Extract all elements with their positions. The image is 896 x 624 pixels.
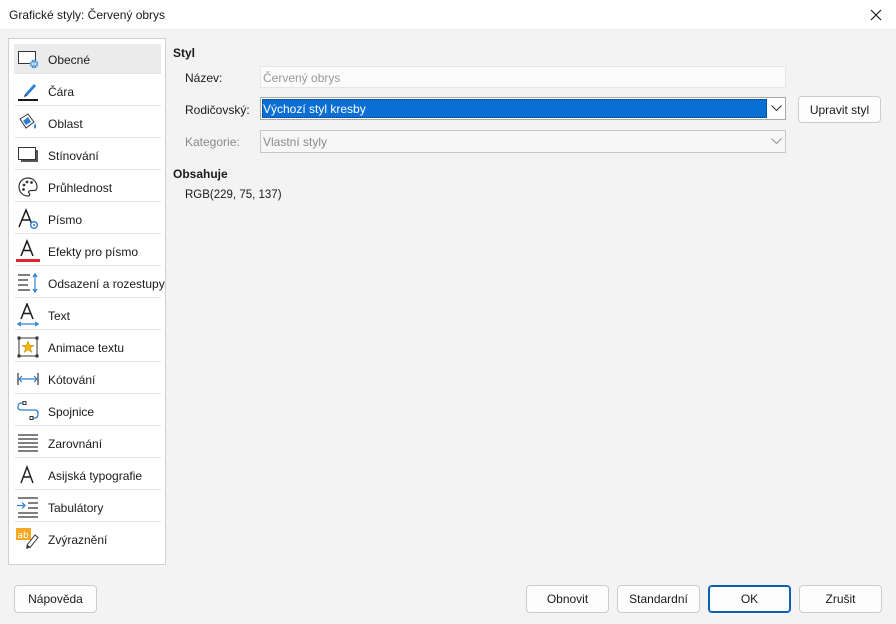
- parent-style-label: Rodičovský:: [185, 103, 250, 117]
- area-fill-icon: [16, 111, 40, 135]
- sidebar-item-label: Čára: [48, 85, 75, 99]
- close-icon: [870, 9, 882, 21]
- sidebar-item-general[interactable]: Obecné: [14, 44, 161, 74]
- text-icon: [16, 303, 40, 327]
- shadow-icon: [16, 143, 40, 167]
- sidebar-item-tabs[interactable]: Tabulátory: [14, 492, 161, 522]
- category-dropdown[interactable]: Vlastní styly: [260, 130, 786, 153]
- sidebar-item-label: Stínování: [48, 149, 99, 163]
- sidebar-item-font-effects[interactable]: Efekty pro písmo: [14, 236, 161, 266]
- category-label: Kategorie:: [185, 135, 240, 149]
- tabs-icon: [16, 495, 40, 519]
- sidebar-item-label: Tabulátory: [48, 501, 104, 515]
- sidebar-item-line[interactable]: Čára: [14, 76, 161, 106]
- highlight-icon: ab: [16, 527, 40, 551]
- sidebar-item-label: Efekty pro písmo: [48, 245, 139, 259]
- chevron-down-icon: [770, 105, 782, 112]
- ok-button[interactable]: OK: [708, 585, 791, 613]
- sidebar-item-label: Kótování: [48, 373, 96, 387]
- sidebar-item-transparency[interactable]: Průhlednost: [14, 172, 161, 202]
- sidebar-item-alignment[interactable]: Zarovnání: [14, 428, 161, 458]
- contains-value: RGB(229, 75, 137): [185, 189, 282, 201]
- indent-spacing-icon: [16, 271, 40, 295]
- category-list: Obecné Čára Oblast Stínování Průhlednost…: [8, 38, 166, 565]
- alignment-icon: [16, 431, 40, 455]
- title-bar: Grafické styly: Červený obrys: [0, 0, 896, 30]
- category-value: Vlastní styly: [263, 135, 328, 149]
- font-effects-icon: [16, 239, 40, 263]
- sidebar-item-asian-typography[interactable]: Asijská typografie: [14, 460, 161, 490]
- sidebar-item-label: Zarovnání: [48, 437, 103, 451]
- font-icon: [16, 207, 40, 231]
- reset-button[interactable]: Obnovit: [526, 585, 609, 613]
- cancel-button[interactable]: Zrušit: [799, 585, 882, 613]
- graphic-styles-dialog: Grafické styly: Červený obrys Obecné Čár…: [0, 0, 896, 624]
- contains-section-title: Obsahuje: [173, 167, 228, 181]
- dimension-icon: [16, 367, 40, 391]
- sidebar-item-text-animation[interactable]: Animace textu: [14, 332, 161, 362]
- sidebar-item-text[interactable]: Text: [14, 300, 161, 330]
- sidebar-item-label: Spojnice: [48, 405, 95, 419]
- sidebar-item-area[interactable]: Oblast: [14, 108, 161, 138]
- sidebar-item-shadow[interactable]: Stínování: [14, 140, 161, 170]
- standard-button[interactable]: Standardní: [617, 585, 700, 613]
- sidebar-item-connector[interactable]: Spojnice: [14, 396, 161, 426]
- window-title: Grafické styly: Červený obrys: [9, 8, 166, 22]
- palette-icon: [16, 175, 40, 199]
- svg-text:ab: ab: [18, 531, 30, 541]
- sidebar-item-highlight[interactable]: ab Zvýraznění: [14, 524, 161, 554]
- sidebar-item-dimension[interactable]: Kótování: [14, 364, 161, 394]
- sidebar-item-font[interactable]: Písmo: [14, 204, 161, 234]
- dropdown-arrow[interactable]: [768, 99, 784, 118]
- edit-style-button[interactable]: Upravit styl: [798, 96, 881, 123]
- dropdown-arrow[interactable]: [768, 132, 784, 151]
- name-input[interactable]: Červený obrys: [260, 66, 786, 88]
- sidebar-item-label: Průhlednost: [48, 181, 113, 195]
- name-label: Název:: [185, 71, 223, 85]
- sidebar-item-label: Animace textu: [48, 341, 125, 355]
- asian-typography-icon: [16, 463, 40, 487]
- chevron-down-icon: [770, 138, 782, 145]
- sidebar-item-label: Asijská typografie: [48, 469, 143, 483]
- sidebar-item-label: Text: [48, 309, 71, 323]
- help-button[interactable]: Nápověda: [14, 585, 97, 613]
- parent-style-dropdown[interactable]: Výchozí styl kresby: [260, 97, 786, 120]
- close-button[interactable]: [856, 0, 896, 30]
- sidebar-item-label: Oblast: [48, 117, 83, 131]
- connector-icon: [16, 399, 40, 423]
- sidebar-item-label: Obecné: [48, 53, 91, 67]
- line-icon: [16, 79, 40, 103]
- general-icon: [16, 47, 40, 71]
- sidebar-item-label: Písmo: [48, 213, 83, 227]
- style-section-title: Styl: [173, 46, 196, 60]
- parent-style-value: Výchozí styl kresby: [262, 99, 767, 118]
- sidebar-item-label: Zvýraznění: [48, 533, 108, 547]
- sidebar-item-label: Odsazení a rozestupy: [48, 277, 165, 291]
- text-animation-icon: [16, 335, 40, 359]
- sidebar-item-indent-spacing[interactable]: Odsazení a rozestupy: [14, 268, 165, 298]
